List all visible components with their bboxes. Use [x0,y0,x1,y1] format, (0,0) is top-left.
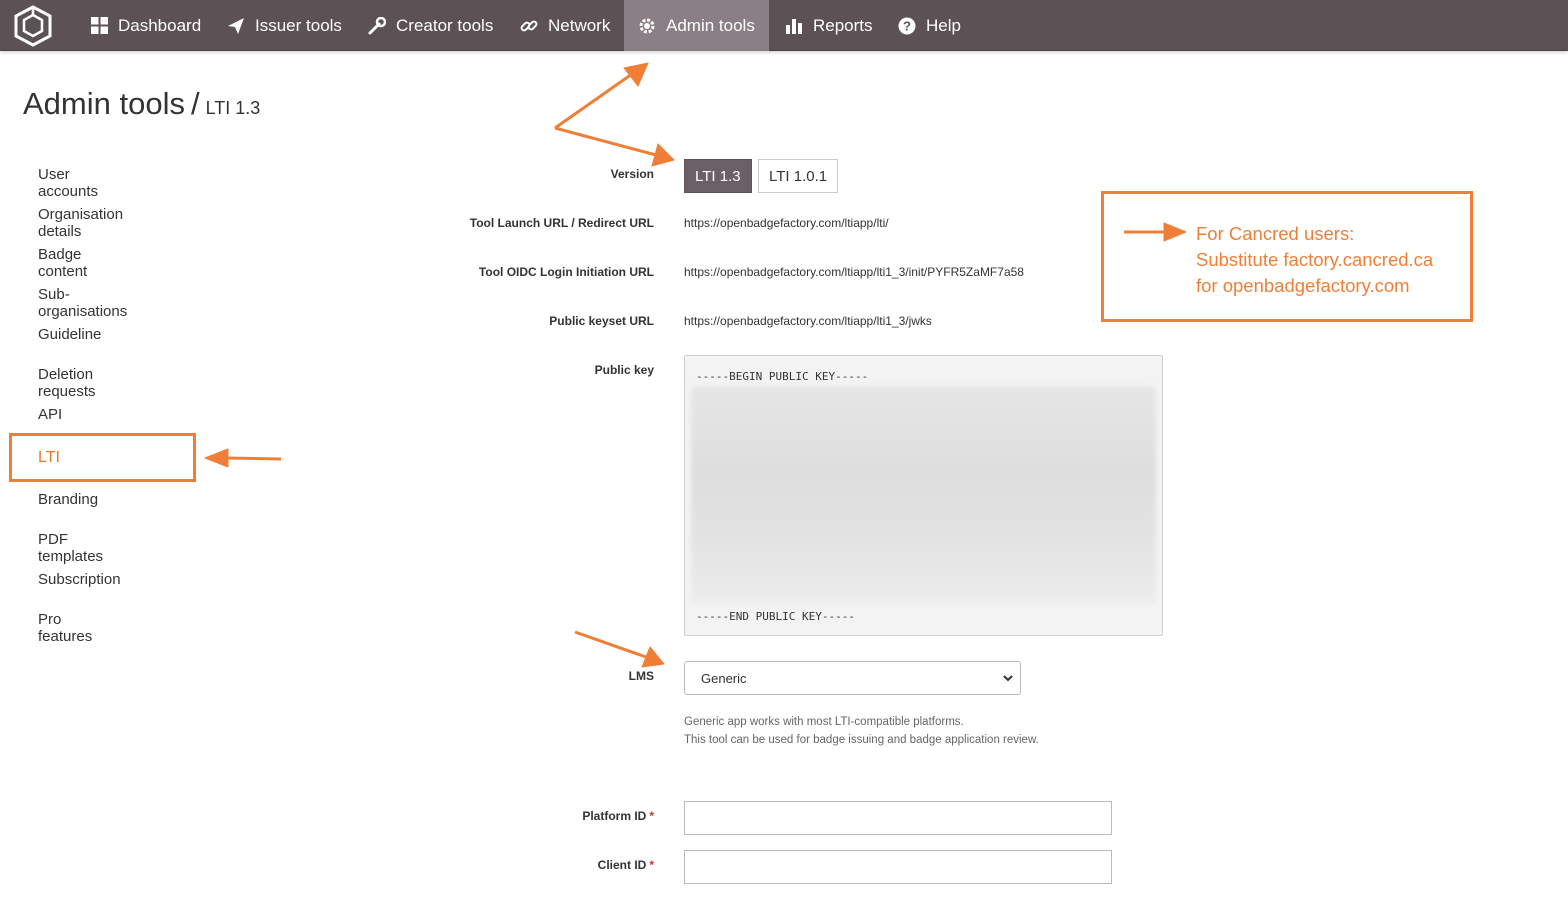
gear-icon [638,17,656,35]
bar-chart-icon [785,17,803,35]
sidebar-item-sub-organisations[interactable]: Sub-organisations [38,286,127,320]
help-icon: ? [898,17,916,35]
nav-admin-tools-label: Admin tools [666,15,755,35]
nav-reports-label: Reports [813,15,873,35]
top-nav-bar: Dashboard Issuer tools Creator tools Net… [0,0,1568,51]
sidebar-item-api[interactable]: API [38,406,62,423]
nav-help[interactable]: ? Help [884,0,975,51]
nav-reports[interactable]: Reports [771,0,887,51]
wrench-icon [368,16,386,35]
annotation-line-2: Substitute factory.cancred.ca [1196,249,1434,270]
send-icon [227,17,245,35]
nav-dashboard-label: Dashboard [118,15,202,35]
version-lti13-button[interactable]: LTI 1.3 [684,159,752,193]
sidebar-item-subscription[interactable]: Subscription [38,571,121,588]
client-id-input[interactable] [684,850,1112,884]
sidebar-item-guideline[interactable]: Guideline [38,326,101,343]
public-key-begin: -----BEGIN PUBLIC KEY----- [696,370,869,383]
public-key-textbox[interactable]: -----BEGIN PUBLIC KEY----- -----END PUBL… [684,355,1163,636]
nav-network-label: Network [548,15,611,35]
version-label: Version [610,167,654,181]
public-key-end: -----END PUBLIC KEY----- [696,610,855,623]
client-id-label-text: Client ID [597,858,647,872]
oidc-url-label: Tool OIDC Login Initiation URL [478,265,654,279]
version-lti101-button[interactable]: LTI 1.0.1 [758,159,839,193]
sidebar-item-deletion-requests[interactable]: Deletion requests [38,366,96,400]
app-logo-icon[interactable] [13,5,53,47]
lms-select-value: Generic [701,670,747,686]
svg-text:?: ? [903,18,911,33]
annotation-callout-text: For Cancred users: Substitute factory.ca… [1196,221,1433,299]
nav-admin-tools[interactable]: Admin tools [624,0,769,51]
lms-help-line-2: This tool can be used for badge issuing … [684,734,1039,746]
public-key-redacted [691,386,1156,604]
chevron-down-icon [1002,672,1014,684]
nav-creator-tools[interactable]: Creator tools [354,0,507,51]
link-icon [520,17,538,35]
annotation-line-1: For Cancred users: [1196,223,1355,244]
oidc-url-value: https://openbadgefactory.com/ltiapp/lti1… [684,265,1024,279]
page-title: Admin tools / LTI 1.3 [23,86,260,122]
nav-network[interactable]: Network [506,0,624,51]
dashboard-icon [90,17,108,35]
keyset-url-label: Public keyset URL [549,314,654,328]
annotation-line-3: for openbadgefactory.com [1196,275,1410,296]
page-title-sub: LTI 1.3 [205,98,261,118]
sidebar-item-badge-content[interactable]: Badge content [38,246,87,280]
launch-url-value: https://openbadgefactory.com/ltiapp/lti/ [684,216,889,230]
sidebar-item-pro-features[interactable]: Pro features [38,611,92,645]
public-key-label: Public key [594,363,654,377]
platform-id-label: Platform ID * [582,809,654,823]
nav-dashboard[interactable]: Dashboard [76,0,215,51]
sidebar-item-branding[interactable]: Branding [38,491,98,508]
sidebar-item-pdf-templates[interactable]: PDF templates [38,531,103,565]
nav-creator-tools-label: Creator tools [396,15,494,35]
lms-help-line-1: Generic app works with most LTI-compatib… [684,716,964,728]
nav-issuer-tools[interactable]: Issuer tools [213,0,356,51]
nav-help-label: Help [926,15,961,35]
lms-label: LMS [628,669,654,683]
breadcrumb-separator: / [190,86,200,121]
platform-id-input[interactable] [684,801,1112,835]
nav-issuer-tools-label: Issuer tools [255,15,342,35]
sidebar-item-organisation-details[interactable]: Organisation details [38,206,123,240]
client-id-label: Client ID * [598,858,654,872]
launch-url-label: Tool Launch URL / Redirect URL [469,216,654,230]
required-mark: * [649,858,654,872]
platform-id-label-text: Platform ID [582,809,647,823]
lti-highlight-box [9,433,196,482]
sidebar-item-user-accounts[interactable]: User accounts [38,166,98,200]
keyset-url-value: https://openbadgefactory.com/ltiapp/lti1… [684,314,932,328]
required-mark: * [649,809,654,823]
lms-select[interactable]: Generic [684,661,1021,695]
page-title-main: Admin tools [23,86,185,121]
